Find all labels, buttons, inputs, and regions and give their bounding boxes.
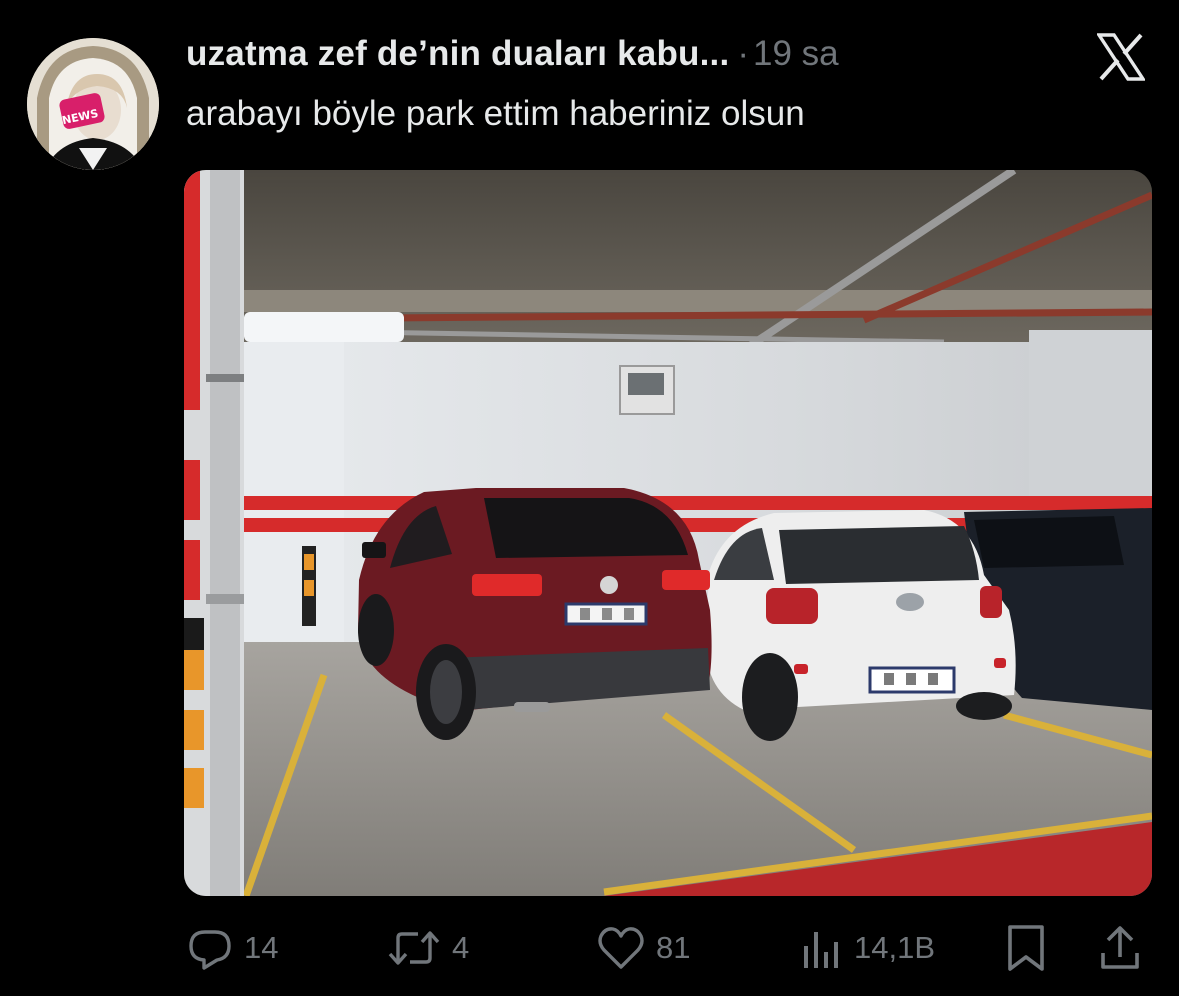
header-separator: · xyxy=(737,34,750,73)
bookmark-button[interactable] xyxy=(1004,918,1048,978)
share-button[interactable] xyxy=(1098,918,1142,978)
bookmark-icon xyxy=(1008,925,1044,971)
post-action-bar: 14 4 81 14,1B xyxy=(186,918,1151,978)
like-count: 81 xyxy=(656,930,691,965)
x-logo-icon xyxy=(1095,33,1147,81)
share-upload-icon xyxy=(1101,926,1139,969)
post-timestamp[interactable]: 19 sa xyxy=(753,34,839,74)
author-avatar[interactable]: NEWS xyxy=(27,38,159,170)
repost-count: 4 xyxy=(452,930,470,965)
reply-count: 14 xyxy=(244,930,279,965)
avatar-image: NEWS xyxy=(27,38,159,170)
post-header: uzatma zef de’nin duaları kabu... · 19 s… xyxy=(186,34,839,82)
like-button[interactable]: 81 xyxy=(596,918,690,978)
bar-chart-icon xyxy=(804,932,838,968)
repost-button[interactable]: 4 xyxy=(386,918,469,978)
author-display-name[interactable]: uzatma zef de’nin duaları kabu... xyxy=(186,34,729,74)
post-media-photo[interactable] xyxy=(184,170,1152,896)
views-button[interactable]: 14,1B xyxy=(800,918,935,978)
views-count: 14,1B xyxy=(854,930,936,965)
parking-garage-illustration xyxy=(184,170,1152,896)
post-text: arabayı böyle park ettim haberiniz olsun xyxy=(186,94,805,133)
repost-arrows-icon xyxy=(388,931,440,965)
speech-bubble-icon xyxy=(189,930,231,970)
reply-button[interactable]: 14 xyxy=(186,918,278,978)
heart-icon xyxy=(598,927,644,969)
